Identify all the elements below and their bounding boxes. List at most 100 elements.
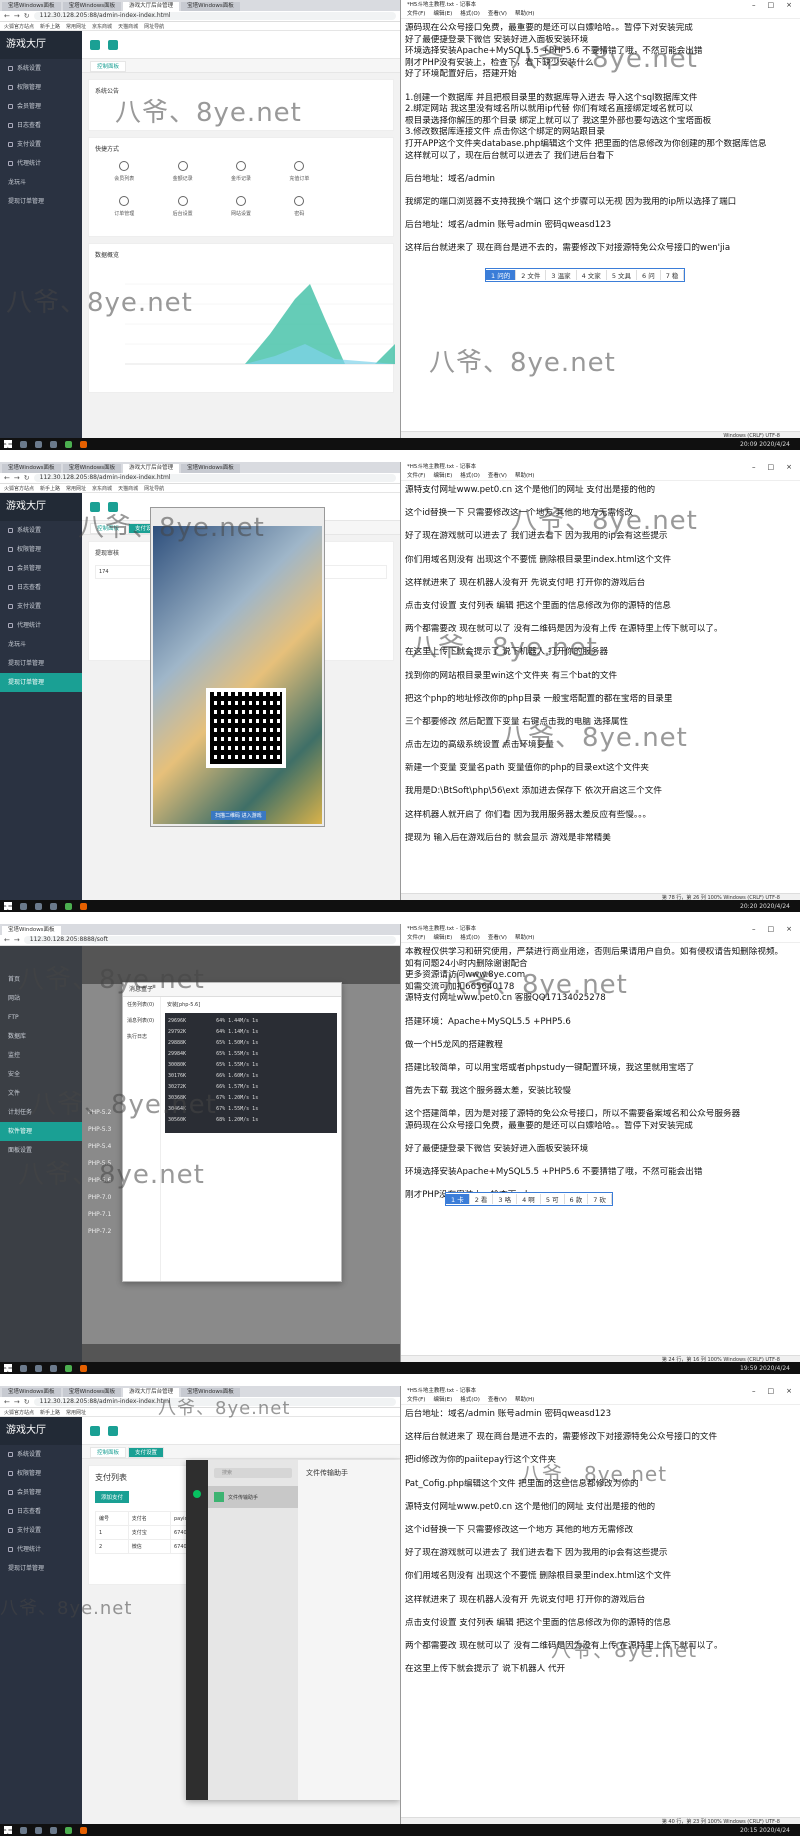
menu-toggle-icon[interactable] (90, 502, 100, 512)
shortcut[interactable]: 后台设置 (153, 196, 211, 217)
menu-item[interactable]: 权限管理 (0, 78, 82, 97)
app-icon[interactable] (50, 902, 57, 910)
browser-tab[interactable]: 宝塔Windows面板 (2, 464, 61, 473)
wechat-icon[interactable] (65, 902, 72, 910)
app-icon[interactable] (50, 1826, 57, 1834)
maximize-icon[interactable]: □ (768, 924, 775, 934)
menu-file[interactable]: 文件(F) (407, 1396, 425, 1404)
browser-tab[interactable]: 宝塔Windows面板 (62, 464, 122, 473)
ime-candidate[interactable]: 4 文家 (577, 270, 607, 280)
firefox-icon[interactable] (80, 440, 87, 448)
minimize-icon[interactable]: – (752, 924, 756, 934)
menu-item[interactable]: 日志查看 (0, 1502, 82, 1521)
url-input[interactable]: 112.30.128.205:88/admin-index-index.html (33, 1398, 396, 1406)
bt-menu-item[interactable]: 监控 (0, 1046, 82, 1065)
menu-view[interactable]: 查看(V) (488, 1396, 507, 1404)
menu-item[interactable]: 会员管理 (0, 97, 82, 116)
firefox-icon[interactable] (80, 1364, 87, 1372)
search-input[interactable]: 搜索 (214, 1468, 292, 1478)
ime-candidate[interactable]: 5 文具 (607, 270, 638, 280)
app-icon[interactable] (50, 440, 57, 448)
browser-tab[interactable]: 宝塔Windows面板 (2, 1388, 61, 1397)
bt-menu-item[interactable]: 面板设置 (0, 1141, 82, 1160)
bt-menu-item[interactable]: 网站 (0, 989, 82, 1008)
menu-item[interactable]: 提现订单管理 (0, 192, 82, 211)
reload-icon[interactable]: ↻ (24, 12, 30, 20)
menu-format[interactable]: 格式(O) (460, 1396, 480, 1404)
back-icon[interactable]: ← (4, 12, 10, 20)
bookmark[interactable]: 常用网址 (66, 485, 86, 492)
notepad-text[interactable]: 本教程仅供学习和研究使用，严禁进行商业用途，否则后果请用户自负。如有侵权请告知删… (401, 943, 800, 1202)
browser-tab-active[interactable]: 游戏大厅后台管理 (123, 464, 180, 473)
ime-candidate[interactable]: 1 卡 (446, 1194, 470, 1204)
forward-icon[interactable]: → (14, 1398, 20, 1406)
bookmark[interactable]: 新手上路 (40, 23, 60, 30)
close-icon[interactable]: × (786, 0, 792, 10)
url-input[interactable]: 112.30.128.205:8888/soft (23, 936, 396, 944)
menu-view[interactable]: 查看(V) (488, 934, 507, 942)
refresh-icon[interactable] (108, 40, 118, 50)
ime-candidate[interactable]: 4 啊 (517, 1194, 541, 1204)
reload-icon[interactable]: ↻ (24, 1398, 30, 1406)
back-icon[interactable]: ← (4, 936, 10, 944)
wechat-icon[interactable] (65, 1826, 72, 1834)
bt-menu-item[interactable]: 安全 (0, 1065, 82, 1084)
shortcut[interactable]: 金额记录 (153, 161, 211, 182)
menu-view[interactable]: 查看(V) (488, 472, 507, 480)
windows-start-icon[interactable] (4, 440, 12, 448)
qr-code[interactable] (206, 688, 286, 768)
browser-tab-active[interactable]: 游戏大厅后台管理 (123, 1388, 180, 1397)
menu-item[interactable]: 系统设置 (0, 1445, 82, 1464)
firefox-icon[interactable] (80, 1826, 87, 1834)
menu-item[interactable]: 支付设置 (0, 597, 82, 616)
search-icon[interactable] (20, 1826, 27, 1834)
search-icon[interactable] (20, 902, 27, 910)
browser-tab[interactable]: 宝塔Windows面板 (2, 2, 61, 11)
bookmark[interactable]: 网址导航 (144, 485, 164, 492)
menu-item[interactable]: 日志查看 (0, 116, 82, 135)
wechat-icon[interactable] (65, 440, 72, 448)
menu-item[interactable]: 提现订单管理 (0, 654, 82, 673)
maximize-icon[interactable]: □ (768, 0, 775, 10)
menu-file[interactable]: 文件(F) (407, 10, 425, 18)
task-view-icon[interactable] (35, 902, 42, 910)
menu-toggle-icon[interactable] (90, 1426, 100, 1436)
bookmark[interactable]: 常用网址 (66, 1409, 86, 1416)
menu-file[interactable]: 文件(F) (407, 934, 425, 942)
task-view-icon[interactable] (35, 1826, 42, 1834)
windows-start-icon[interactable] (4, 1364, 12, 1372)
ime-candidate[interactable]: 3 温家 (546, 270, 577, 280)
dialog-side[interactable]: 任务列表(0) 消息列表(0) 执行日志 (123, 997, 161, 1281)
notepad-text[interactable]: 源特支付网址www.pet0.cn 这个是他们的网址 支付出是接的他的 这个id替… (401, 481, 800, 844)
ime-candidate[interactable]: 5 可 (541, 1194, 565, 1204)
url-input[interactable]: 112.30.128.205:88/admin-index-index.html (33, 12, 396, 20)
forward-icon[interactable]: → (14, 936, 20, 944)
menu-edit[interactable]: 编辑(E) (433, 472, 452, 480)
close-icon[interactable]: × (786, 924, 792, 934)
menu-item[interactable]: 代理统计 (0, 154, 82, 173)
bookmark[interactable]: 常用网址 (66, 23, 86, 30)
add-payment-button[interactable]: 添加支付 (95, 1491, 130, 1503)
bookmark[interactable]: 天猫商城 (118, 485, 138, 492)
back-icon[interactable]: ← (4, 1398, 10, 1406)
firefox-icon[interactable] (80, 902, 87, 910)
bookmark[interactable]: 新手上路 (40, 485, 60, 492)
menu-format[interactable]: 格式(O) (460, 934, 480, 942)
task-view-icon[interactable] (35, 440, 42, 448)
ime-candidates[interactable]: 1 卡2 看3 咯4 啊5 可6 款7 砍 (445, 1192, 613, 1206)
menu-item[interactable]: 系统设置 (0, 521, 82, 540)
browser-tab[interactable]: 宝塔Windows面板 (62, 1388, 122, 1397)
tab-dashboard[interactable]: 控制面板 (90, 523, 127, 534)
ime-candidate[interactable]: 2 文件 (516, 270, 547, 280)
search-icon[interactable] (20, 1364, 27, 1372)
menu-item[interactable]: 代理统计 (0, 616, 82, 635)
menu-edit[interactable]: 编辑(E) (433, 1396, 452, 1404)
menu-item[interactable]: 支付设置 (0, 1521, 82, 1540)
menu-edit[interactable]: 编辑(E) (433, 10, 452, 18)
ime-candidate[interactable]: 1 问的 (486, 270, 517, 280)
notepad-text[interactable]: 后台地址：域名/admin 账号admin 密码qweasd123 这样后台就进… (401, 1405, 800, 1676)
forward-icon[interactable]: → (14, 474, 20, 482)
bookmark[interactable]: 京东商城 (92, 485, 112, 492)
menu-view[interactable]: 查看(V) (488, 10, 507, 18)
browser-tab[interactable]: 宝塔Windows面板 (181, 464, 240, 473)
